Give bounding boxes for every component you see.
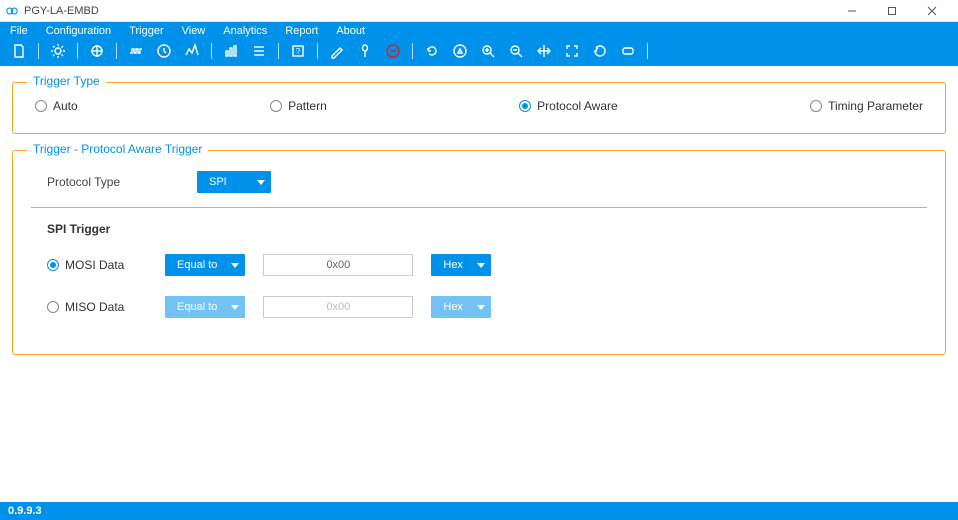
miso-format-value: Hex <box>443 301 463 313</box>
chevron-down-icon <box>477 305 485 310</box>
menu-report[interactable]: Report <box>285 25 318 37</box>
chevron-down-icon <box>477 263 485 268</box>
trigger-target-icon[interactable] <box>86 40 108 62</box>
chart-icon[interactable] <box>220 40 242 62</box>
radio-miso-data[interactable]: MISO Data <box>47 300 147 314</box>
mosi-comparator-select[interactable]: Equal to <box>165 254 245 276</box>
trigger-type-radio-row: Auto Pattern Protocol Aware Timing Param… <box>29 99 929 113</box>
app-logo-icon <box>6 5 18 17</box>
close-button[interactable] <box>912 0 952 22</box>
probe-icon[interactable] <box>354 40 376 62</box>
toolbar: ? <box>0 38 958 66</box>
menu-trigger[interactable]: Trigger <box>129 25 163 37</box>
mosi-row: MOSI Data Equal to Hex <box>29 250 929 292</box>
help-icon[interactable]: ? <box>287 40 309 62</box>
miso-row: MISO Data Equal to Hex <box>29 292 929 334</box>
waveform-icon[interactable] <box>125 40 147 62</box>
toolbar-separator <box>77 43 78 59</box>
menu-file[interactable]: File <box>10 25 28 37</box>
label-icon[interactable] <box>617 40 639 62</box>
version-label: 0.9.9.3 <box>8 505 42 517</box>
mosi-format-select[interactable]: Hex <box>431 254 491 276</box>
statusbar: 0.9.9.3 <box>0 502 958 520</box>
titlebar: PGY-LA-EMBD <box>0 0 958 22</box>
miso-comparator-select[interactable]: Equal to <box>165 296 245 318</box>
toolbar-separator <box>278 43 279 59</box>
menubar: File Configuration Trigger View Analytic… <box>0 22 958 38</box>
chevron-down-icon <box>231 305 239 310</box>
content-area: Trigger Type Auto Pattern Protocol Aware… <box>0 66 958 502</box>
protocol-type-label: Protocol Type <box>47 175 167 189</box>
group-legend-trigger-type: Trigger Type <box>27 74 106 88</box>
radio-auto-label: Auto <box>53 99 78 113</box>
radio-mosi-data[interactable]: MOSI Data <box>47 258 147 272</box>
toolbar-separator <box>116 43 117 59</box>
menu-about[interactable]: About <box>336 25 365 37</box>
group-trigger-type: Trigger Type Auto Pattern Protocol Aware… <box>12 82 946 134</box>
radio-pattern[interactable]: Pattern <box>270 99 327 113</box>
file-icon[interactable] <box>8 40 30 62</box>
radio-miso-label: MISO Data <box>65 300 124 314</box>
chevron-down-icon <box>257 180 265 185</box>
toolbar-separator <box>647 43 648 59</box>
svg-text:?: ? <box>296 47 301 56</box>
protocol-type-row: Protocol Type SPI <box>29 167 929 207</box>
minimize-button[interactable] <box>832 0 872 22</box>
signal-icon[interactable] <box>181 40 203 62</box>
pen-icon[interactable] <box>326 40 348 62</box>
compass-icon[interactable] <box>449 40 471 62</box>
radio-pattern-label: Pattern <box>288 99 327 113</box>
window-title: PGY-LA-EMBD <box>24 5 99 17</box>
group-protocol-aware: Trigger - Protocol Aware Trigger Protoco… <box>12 150 946 355</box>
chevron-down-icon <box>231 263 239 268</box>
menu-configuration[interactable]: Configuration <box>46 25 111 37</box>
radio-timing-parameter[interactable]: Timing Parameter <box>810 99 923 113</box>
miso-comparator-value: Equal to <box>177 301 217 313</box>
zoom-in-icon[interactable] <box>477 40 499 62</box>
spi-trigger-heading: SPI Trigger <box>29 222 929 250</box>
protocol-type-select[interactable]: SPI <box>197 171 271 193</box>
mosi-format-value: Hex <box>443 259 463 271</box>
toolbar-separator <box>38 43 39 59</box>
protocol-type-value: SPI <box>209 176 227 188</box>
menu-analytics[interactable]: Analytics <box>223 25 267 37</box>
group-legend-protocol: Trigger - Protocol Aware Trigger <box>27 142 208 156</box>
mosi-comparator-value: Equal to <box>177 259 217 271</box>
fit-icon[interactable] <box>561 40 583 62</box>
radio-protocol-aware[interactable]: Protocol Aware <box>519 99 618 113</box>
undo-icon[interactable] <box>589 40 611 62</box>
list-icon[interactable] <box>248 40 270 62</box>
clock-icon[interactable] <box>153 40 175 62</box>
ribbon: File Configuration Trigger View Analytic… <box>0 22 958 66</box>
zoom-out-icon[interactable] <box>505 40 527 62</box>
miso-format-select[interactable]: Hex <box>431 296 491 318</box>
gear-icon[interactable] <box>47 40 69 62</box>
menu-view[interactable]: View <box>182 25 206 37</box>
radio-timing-parameter-label: Timing Parameter <box>828 99 923 113</box>
stop-icon[interactable] <box>382 40 404 62</box>
inner-divider <box>31 207 927 208</box>
mosi-value-input[interactable] <box>263 254 413 276</box>
toolbar-separator <box>317 43 318 59</box>
radio-auto[interactable]: Auto <box>35 99 78 113</box>
radio-mosi-label: MOSI Data <box>65 258 124 272</box>
refresh-icon[interactable] <box>421 40 443 62</box>
pan-icon[interactable] <box>533 40 555 62</box>
maximize-button[interactable] <box>872 0 912 22</box>
toolbar-separator <box>211 43 212 59</box>
radio-protocol-aware-label: Protocol Aware <box>537 99 618 113</box>
miso-value-input <box>263 296 413 318</box>
toolbar-separator <box>412 43 413 59</box>
